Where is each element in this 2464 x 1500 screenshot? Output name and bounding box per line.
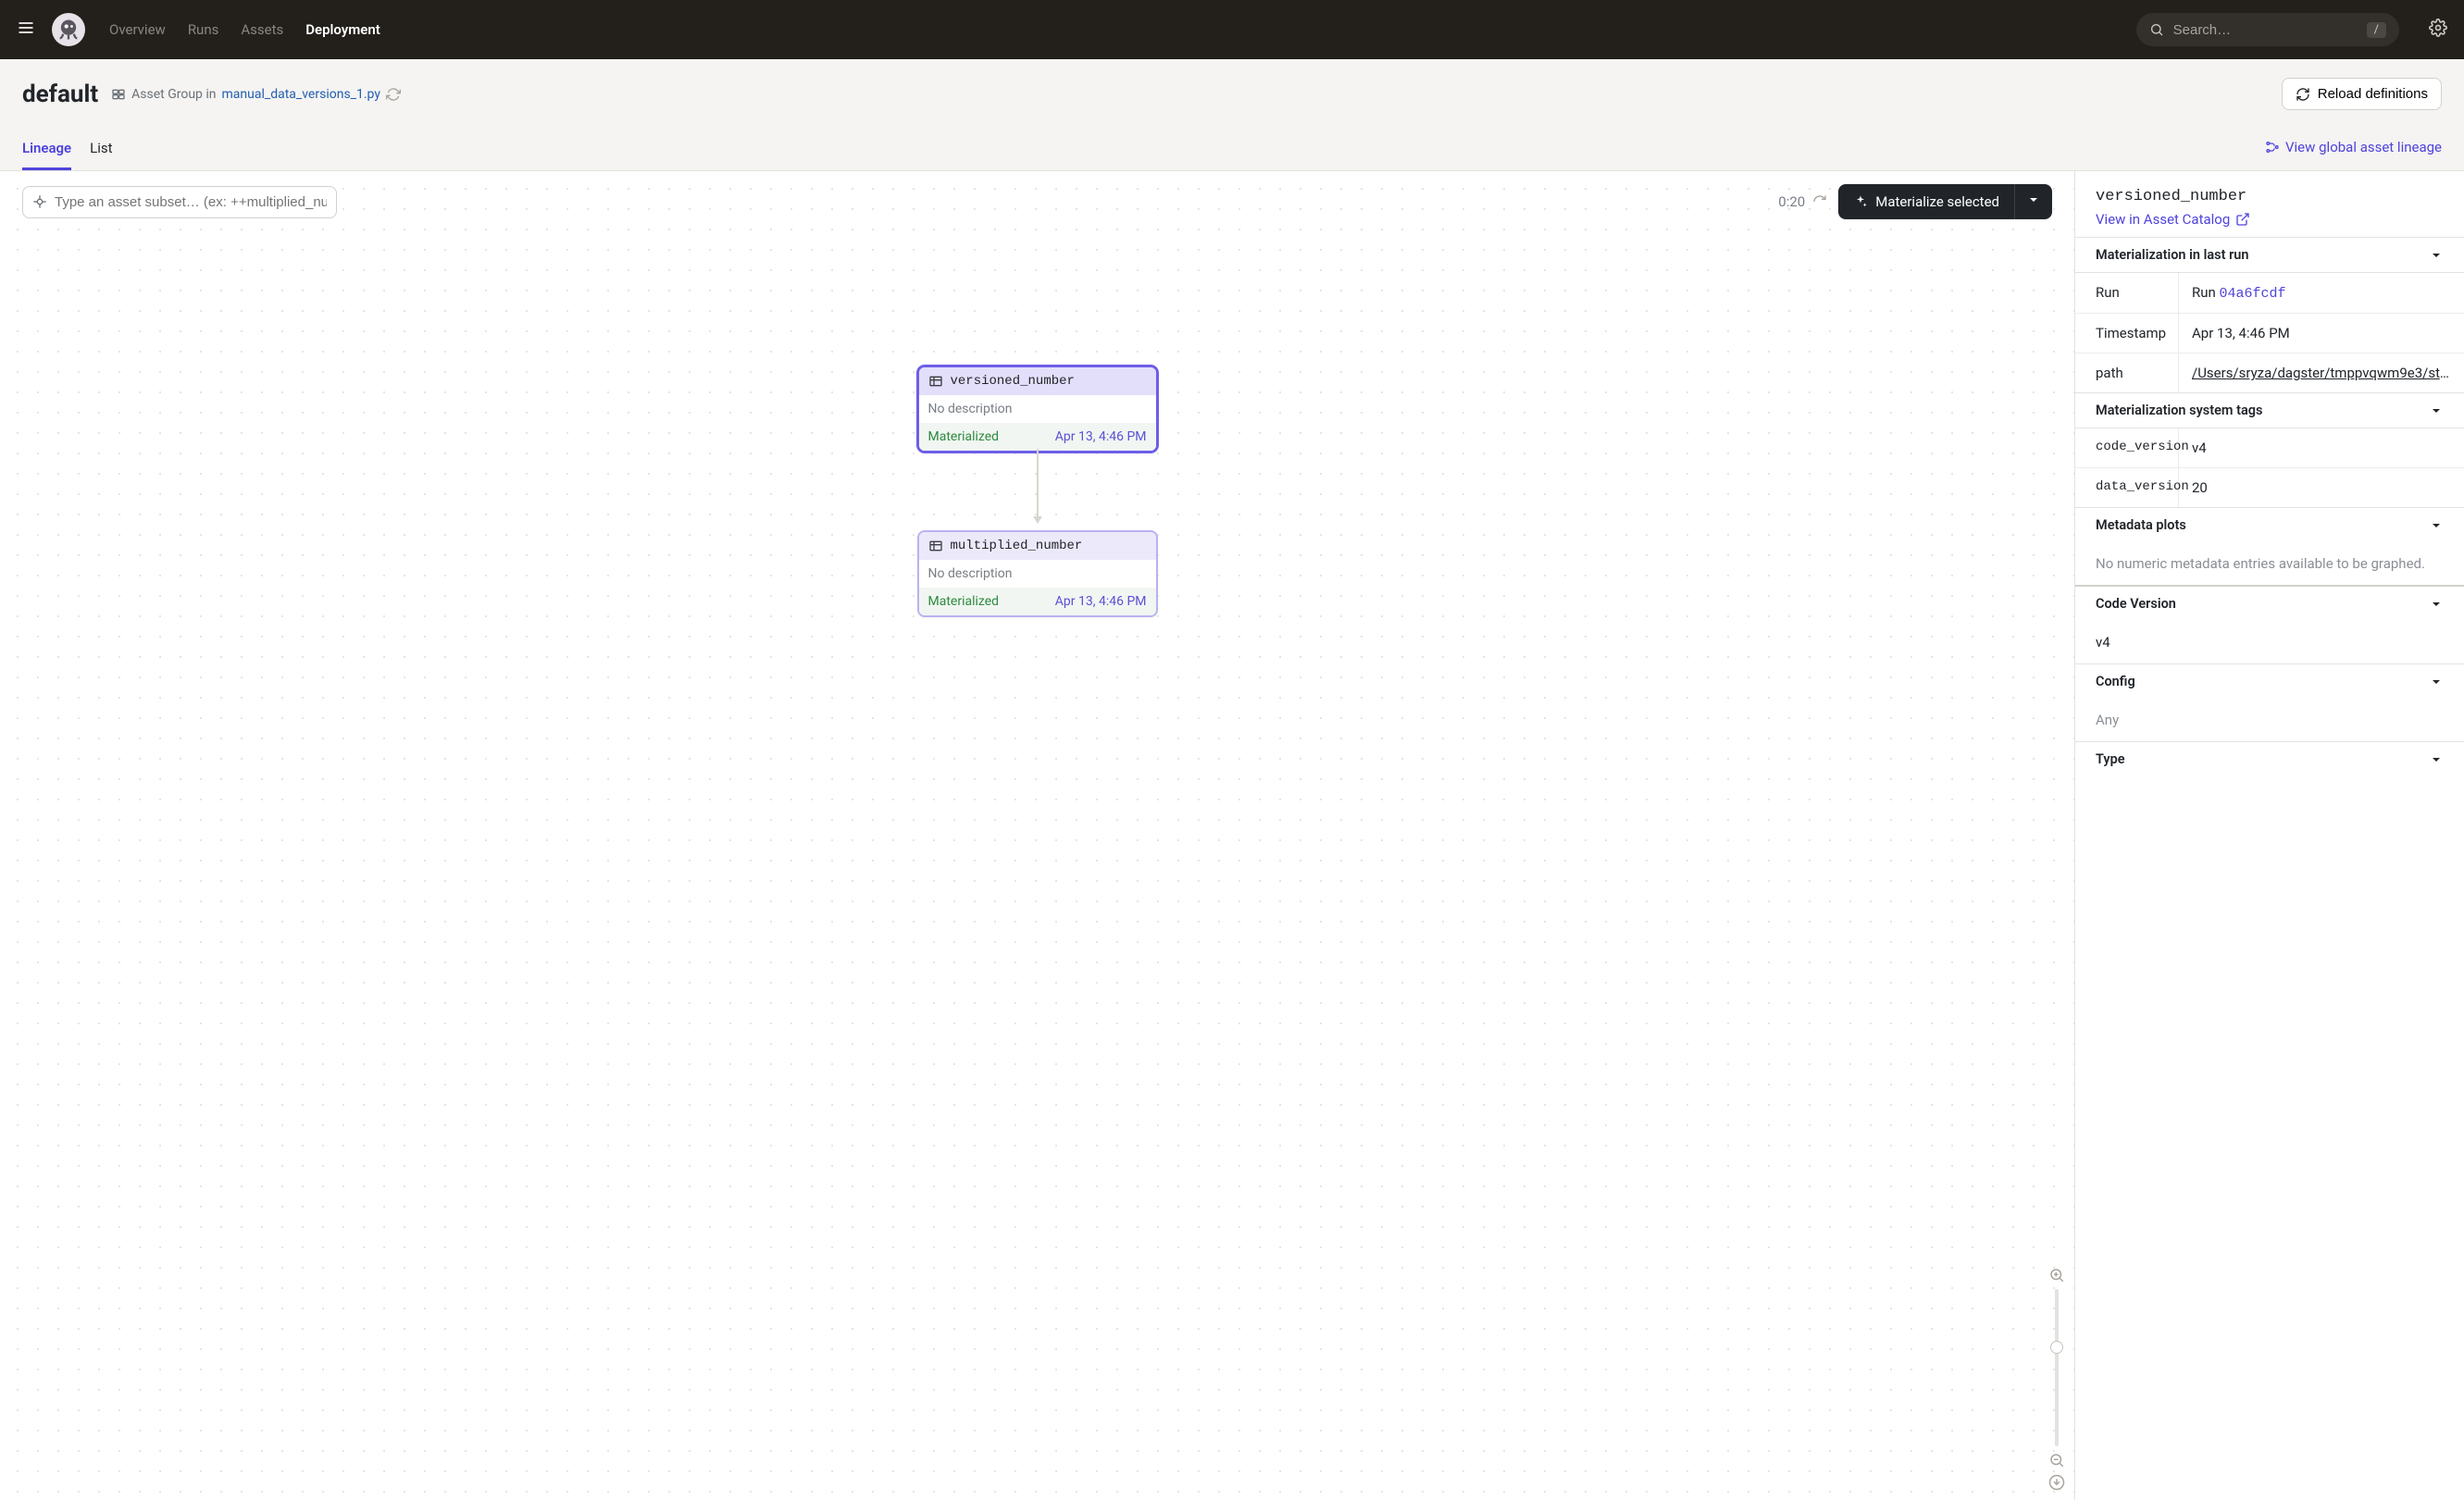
- lineage-icon: [2265, 140, 2280, 155]
- section-type[interactable]: Type: [2075, 741, 2464, 776]
- section-config[interactable]: Config: [2075, 663, 2464, 699]
- timestamp-value: Apr 13, 4:46 PM: [2179, 314, 2464, 353]
- reload-definitions-button[interactable]: Reload definitions: [2282, 78, 2442, 110]
- app-logo[interactable]: [52, 13, 85, 46]
- materialize-dropdown-button[interactable]: [2014, 184, 2052, 219]
- asset-node-timestamp: Apr 13, 4:46 PM: [1055, 594, 1147, 609]
- reload-icon[interactable]: [386, 87, 401, 102]
- breadcrumb: Asset Group in manual_data_versions_1.py: [111, 87, 401, 102]
- zoom-thumb[interactable]: [2050, 1341, 2063, 1354]
- nav-runs[interactable]: Runs: [188, 21, 219, 38]
- tab-list[interactable]: List: [90, 132, 112, 170]
- zoom-out-icon[interactable]: [2048, 1452, 2065, 1469]
- chevron-down-icon: [2429, 518, 2444, 533]
- edge-arrow: [1037, 449, 1039, 523]
- chevron-down-icon: [2429, 597, 2444, 612]
- menu-button[interactable]: [17, 19, 35, 41]
- section-system-tags[interactable]: Materialization system tags: [2075, 392, 2464, 428]
- asset-node-versioned-number[interactable]: versioned_number No description Material…: [917, 366, 1158, 452]
- refresh-icon[interactable]: [1812, 194, 1827, 209]
- chevron-down-icon: [2429, 675, 2444, 689]
- tab-lineage[interactable]: Lineage: [22, 132, 71, 170]
- asset-node-name: multiplied_number: [951, 539, 1083, 553]
- view-global-lineage-link[interactable]: View global asset lineage: [2265, 139, 2442, 155]
- asset-node-description: No description: [919, 560, 1156, 588]
- data-version-value: 20: [2179, 468, 2464, 507]
- sparkle-icon: [1853, 194, 1868, 209]
- chevron-down-icon: [2429, 403, 2444, 418]
- download-icon[interactable]: [2048, 1474, 2065, 1491]
- section-code-version[interactable]: Code Version: [2075, 587, 2464, 621]
- timestamp-key: Timestamp: [2075, 314, 2179, 353]
- data-version-key: data_version: [2075, 468, 2179, 507]
- refresh-icon: [2296, 87, 2310, 102]
- chevron-down-icon: [2026, 192, 2041, 207]
- lineage-canvas[interactable]: 0:20 Materialize selected versioned_numb…: [0, 171, 2075, 1500]
- view-in-catalog-link[interactable]: View in Asset Catalog: [2096, 211, 2444, 228]
- path-key: path: [2075, 353, 2179, 392]
- global-search[interactable]: /: [2136, 13, 2399, 46]
- path-value: /Users/sryza/dagster/tmppvqwm9e3/stora: [2179, 353, 2464, 392]
- asset-group-icon: [111, 87, 126, 102]
- asset-node-status: Materialized: [928, 594, 1000, 609]
- nav-overview[interactable]: Overview: [109, 21, 166, 38]
- asset-details-panel: versioned_number View in Asset Catalog M…: [2075, 171, 2464, 1500]
- settings-button[interactable]: [2429, 19, 2447, 41]
- filter-icon: [32, 194, 47, 209]
- nav-deployment[interactable]: Deployment: [305, 21, 380, 38]
- search-icon: [2149, 22, 2164, 37]
- code-version-body: v4: [2075, 621, 2464, 663]
- external-link-icon: [2235, 212, 2250, 227]
- asset-node-multiplied-number[interactable]: multiplied_number No description Materia…: [917, 530, 1158, 617]
- section-metadata-plots[interactable]: Metadata plots: [2075, 507, 2464, 542]
- selected-asset-name: versioned_number: [2096, 188, 2444, 205]
- asset-node-timestamp: Apr 13, 4:46 PM: [1055, 429, 1147, 444]
- breadcrumb-label: Asset Group in: [131, 87, 216, 102]
- metadata-plots-empty: No numeric metadata entries available to…: [2075, 542, 2464, 587]
- refresh-timer: 0:20: [1778, 193, 1827, 210]
- run-key: Run: [2075, 273, 2179, 313]
- page-title: default: [22, 81, 98, 108]
- chevron-down-icon: [2429, 752, 2444, 767]
- asset-node-status: Materialized: [928, 429, 1000, 444]
- run-value: Run 04a6fcdf: [2179, 273, 2464, 313]
- table-icon: [928, 539, 943, 553]
- table-icon: [928, 374, 943, 389]
- breadcrumb-link[interactable]: manual_data_versions_1.py: [222, 87, 380, 102]
- zoom-in-icon[interactable]: [2048, 1267, 2065, 1283]
- search-shortcut: /: [2367, 22, 2386, 38]
- subset-input[interactable]: [55, 194, 327, 210]
- asset-node-description: No description: [919, 395, 1156, 423]
- run-id-link[interactable]: 04a6fcdf: [2220, 286, 2286, 302]
- asset-node-name: versioned_number: [951, 374, 1075, 389]
- section-last-run[interactable]: Materialization in last run: [2075, 237, 2464, 272]
- zoom-slider[interactable]: [2055, 1289, 2059, 1446]
- materialize-selected-button[interactable]: Materialize selected: [1838, 185, 2014, 218]
- search-input[interactable]: [2173, 22, 2358, 38]
- chevron-down-icon: [2429, 248, 2444, 263]
- nav-assets[interactable]: Assets: [241, 21, 283, 38]
- code-version-key: code_version: [2075, 428, 2179, 467]
- asset-subset-filter[interactable]: [22, 186, 337, 218]
- config-body: Any: [2075, 699, 2464, 741]
- code-version-value: v4: [2179, 428, 2464, 467]
